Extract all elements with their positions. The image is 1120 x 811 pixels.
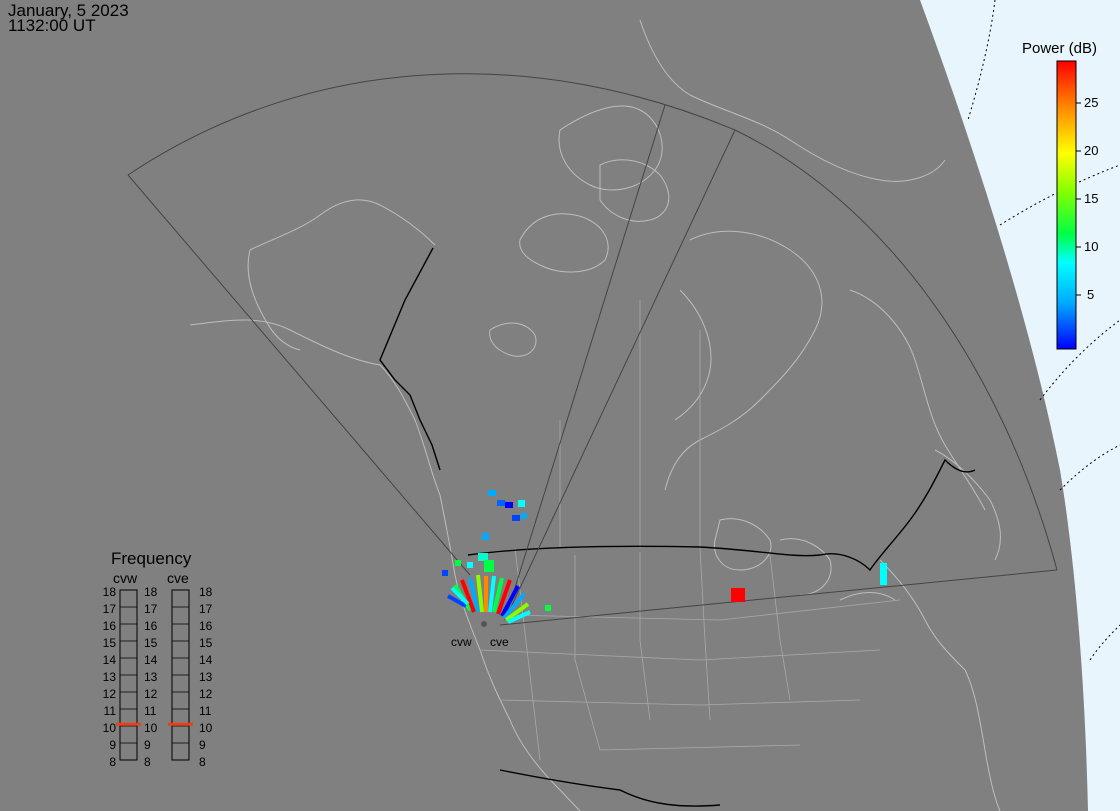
colorbar-tick: 25: [1084, 95, 1099, 110]
colorbar-tick: 5: [1087, 287, 1095, 302]
frequency-label: 11: [199, 704, 212, 718]
frequency-label: 15: [144, 636, 158, 650]
frequency-label: 8: [109, 755, 116, 769]
frequency-label: 11: [103, 704, 116, 718]
radar-site-marker: [481, 621, 487, 627]
radar-label-cvw: cvw: [451, 635, 472, 649]
frequency-label: 12: [144, 687, 158, 701]
frequency-label: 13: [199, 670, 213, 684]
time-label: 1132:00 UT: [8, 16, 96, 35]
frequency-label: 17: [144, 602, 158, 616]
frequency-label: 13: [144, 670, 158, 684]
frequency-label: 17: [199, 602, 213, 616]
frequency-label: 8: [144, 755, 151, 769]
frequency-label: 13: [102, 670, 116, 684]
colorbar-tick: 20: [1084, 143, 1099, 158]
radar-map: [0, 0, 1120, 811]
frequency-label: 11: [144, 704, 157, 718]
frequency-label: 12: [102, 687, 116, 701]
colorbar-tick: 10: [1084, 239, 1099, 254]
frequency-label: 16: [144, 619, 158, 633]
radar-column-label: cvw: [113, 570, 138, 586]
frequency-label: 16: [199, 619, 213, 633]
radar-label-cve: cve: [490, 635, 509, 649]
frequency-label: 9: [199, 738, 206, 752]
frequency-title: Frequency: [111, 549, 192, 568]
frequency-label: 17: [102, 602, 116, 616]
frequency-label: 9: [109, 738, 116, 752]
frequency-label: 15: [199, 636, 213, 650]
frequency-label: 14: [102, 653, 116, 667]
frequency-label: 15: [102, 636, 116, 650]
frequency-label: 18: [199, 585, 213, 599]
frequency-label: 10: [144, 721, 158, 735]
frequency-label: 10: [199, 721, 213, 735]
radar-column-label: cve: [167, 570, 189, 586]
frequency-label: 18: [102, 585, 116, 599]
frequency-label: 8: [199, 755, 206, 769]
frequency-label: 9: [144, 738, 151, 752]
frequency-label: 14: [144, 653, 158, 667]
frequency-label: 16: [102, 619, 116, 633]
frequency-label: 10: [102, 721, 116, 735]
frequency-label: 18: [144, 585, 158, 599]
frequency-label: 12: [199, 687, 213, 701]
colorbar-title: Power (dB): [1022, 40, 1098, 57]
colorbar-tick: 15: [1084, 191, 1099, 206]
frequency-label: 14: [199, 653, 213, 667]
